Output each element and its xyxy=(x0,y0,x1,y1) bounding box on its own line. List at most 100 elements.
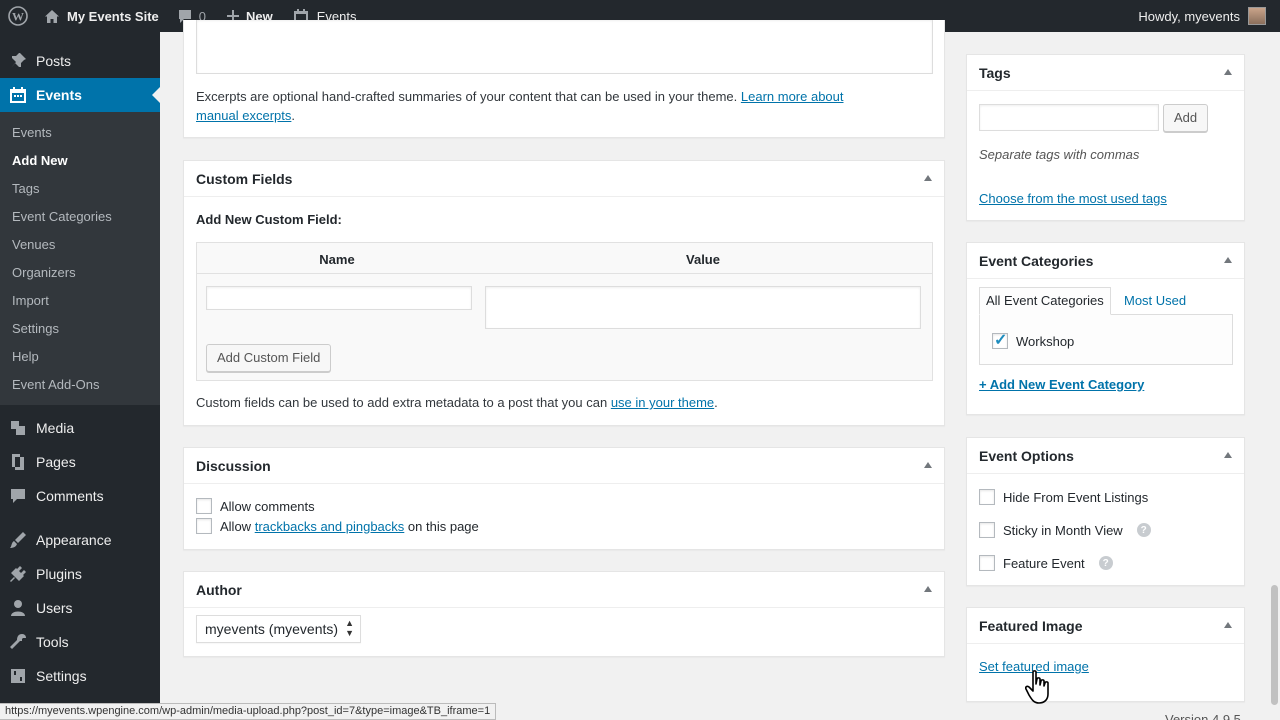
tag-input[interactable] xyxy=(979,104,1159,131)
category-item: ✓ Workshop xyxy=(992,332,1074,349)
my-account[interactable]: Howdy, myevents xyxy=(1138,7,1280,25)
trackbacks-link[interactable]: trackbacks and pingbacks xyxy=(255,519,405,534)
menu-events[interactable]: Events xyxy=(0,78,160,112)
tab-most-used[interactable]: Most Used xyxy=(1124,293,1186,308)
menu-events-label: Events xyxy=(36,87,82,103)
excerpt-textarea[interactable] xyxy=(196,20,933,74)
author-select[interactable]: myevents (myevents) ▲ ▼ xyxy=(196,615,362,643)
help-icon[interactable]: ? xyxy=(1098,556,1113,570)
collapse-arrow-icon[interactable] xyxy=(1224,257,1232,263)
submenu-organizers[interactable]: Organizers xyxy=(0,259,160,287)
collapse-arrow-icon[interactable] xyxy=(924,586,932,592)
event-options-title: Event Options xyxy=(979,447,1074,464)
collapse-arrow-icon[interactable] xyxy=(1224,69,1232,75)
allow-prefix: Allow xyxy=(220,518,252,534)
author-box: Author myevents (myevents) ▲ ▼ xyxy=(183,571,945,657)
menu-tools-label: Tools xyxy=(36,634,69,650)
menu-media[interactable]: Media xyxy=(0,411,160,445)
checkmark-icon: ✓ xyxy=(994,332,1008,349)
help-icon[interactable]: ? xyxy=(1136,523,1151,537)
menu-appearance[interactable]: Appearance xyxy=(0,523,160,557)
custom-field-value-textarea[interactable] xyxy=(485,286,921,329)
collapse-arrow-icon[interactable] xyxy=(1224,622,1232,628)
excerpt-help: Excerpts are optional hand-crafted summa… xyxy=(196,87,916,125)
menu-posts-label: Posts xyxy=(36,53,72,69)
learn-more-link-2[interactable]: manual excerpts xyxy=(196,108,291,123)
allow-comments-row: Allow comments xyxy=(196,498,315,514)
custom-field-name-input[interactable] xyxy=(206,286,472,310)
custom-fields-header[interactable]: Custom Fields xyxy=(184,161,944,197)
wordpress-logo-icon[interactable]: W xyxy=(0,0,36,32)
event-options-header[interactable]: Event Options xyxy=(967,438,1244,474)
tab-all-label: All Event Categories xyxy=(986,293,1104,308)
home-icon xyxy=(45,9,59,23)
collapse-arrow-icon[interactable] xyxy=(924,462,932,468)
author-header[interactable]: Author xyxy=(184,572,944,608)
site-name-link[interactable]: My Events Site xyxy=(36,0,167,32)
tab-all-event-categories[interactable]: All Event Categories xyxy=(979,287,1111,315)
wrench-icon xyxy=(10,634,26,649)
custom-fields-help: Custom fields can be used to add extra m… xyxy=(196,395,718,410)
tags-title: Tags xyxy=(979,64,1011,81)
menu-users-label: Users xyxy=(36,600,73,616)
submenu-help[interactable]: Help xyxy=(0,343,160,371)
menu-comments[interactable]: Comments xyxy=(0,479,160,513)
menu-plugins[interactable]: Plugins xyxy=(0,557,160,591)
feature-event-checkbox[interactable] xyxy=(979,555,995,571)
on-this-page: on this page xyxy=(407,518,479,534)
sticky-month-view-row: Sticky in Month View ? xyxy=(979,522,1151,538)
submenu-tags[interactable]: Tags xyxy=(0,175,160,203)
allow-comments-checkbox[interactable] xyxy=(196,498,212,514)
featured-image-box: Featured Image Set featured image xyxy=(966,607,1245,702)
submenu-add-new[interactable]: Add New xyxy=(0,147,160,175)
add-tag-button[interactable]: Add xyxy=(1163,104,1209,132)
event-categories-box: Event Categories All Event Categories Mo… xyxy=(966,242,1245,415)
menu-settings-label: Settings xyxy=(36,668,87,684)
submenu-settings[interactable]: Settings xyxy=(0,315,160,343)
collapse-arrow-icon[interactable] xyxy=(924,175,932,181)
custom-fields-box: Custom Fields Add New Custom Field: Name… xyxy=(183,160,945,426)
menu-settings[interactable]: Settings xyxy=(0,659,160,693)
event-categories-title: Event Categories xyxy=(979,252,1094,269)
menu-posts[interactable]: Posts xyxy=(0,44,160,78)
discussion-title: Discussion xyxy=(196,457,271,474)
learn-more-link-1[interactable]: Learn more about xyxy=(741,89,844,104)
featured-image-header[interactable]: Featured Image xyxy=(967,608,1244,644)
hide-from-listings-checkbox[interactable] xyxy=(979,489,995,505)
scrollbar[interactable] xyxy=(1271,585,1278,705)
use-in-theme-link[interactable]: use in your theme xyxy=(611,395,714,410)
custom-fields-period: . xyxy=(714,395,718,410)
sticky-month-view-checkbox[interactable] xyxy=(979,522,995,538)
settings-sliders-icon xyxy=(11,669,25,683)
custom-field-table: Name Value Add Custom Field xyxy=(196,242,933,381)
submenu-event-add-ons[interactable]: Event Add-Ons xyxy=(0,371,160,399)
submenu-import[interactable]: Import xyxy=(0,287,160,315)
event-options-box: Event Options Hide From Event Listings S… xyxy=(966,437,1245,586)
submenu-events[interactable]: Events xyxy=(0,119,160,147)
featured-image-title: Featured Image xyxy=(979,617,1083,634)
menu-media-label: Media xyxy=(36,420,75,436)
greeting: Howdy, myevents xyxy=(1138,8,1240,24)
site-name-label: My Events Site xyxy=(67,8,159,24)
custom-fields-help-text: Custom fields can be used to add extra m… xyxy=(196,395,608,410)
event-categories-header[interactable]: Event Categories xyxy=(967,243,1244,279)
choose-most-used-tags-link[interactable]: Choose from the most used tags xyxy=(979,191,1167,206)
submenu-venues[interactable]: Venues xyxy=(0,231,160,259)
tags-header[interactable]: Tags xyxy=(967,55,1244,91)
menu-comments-label: Comments xyxy=(36,488,104,504)
menu-tools[interactable]: Tools xyxy=(0,625,160,659)
workshop-checkbox[interactable]: ✓ xyxy=(992,332,1008,349)
collapse-arrow-icon[interactable] xyxy=(1224,452,1232,458)
submenu-event-categories[interactable]: Event Categories xyxy=(0,203,160,231)
footer-version: Version 4.9.5 xyxy=(1165,712,1241,720)
discussion-header[interactable]: Discussion xyxy=(184,448,944,484)
pushpin-icon xyxy=(11,53,26,68)
add-custom-field-button[interactable]: Add Custom Field xyxy=(206,344,332,372)
col-name-header: Name xyxy=(319,252,355,267)
author-selected: myevents (myevents) xyxy=(205,621,339,637)
menu-pages[interactable]: Pages xyxy=(0,445,160,479)
add-new-event-category-link[interactable]: + Add New Event Category xyxy=(979,377,1144,392)
menu-users[interactable]: Users xyxy=(0,591,160,625)
menu-appearance-label: Appearance xyxy=(36,532,112,548)
allow-trackbacks-checkbox[interactable] xyxy=(196,518,212,534)
